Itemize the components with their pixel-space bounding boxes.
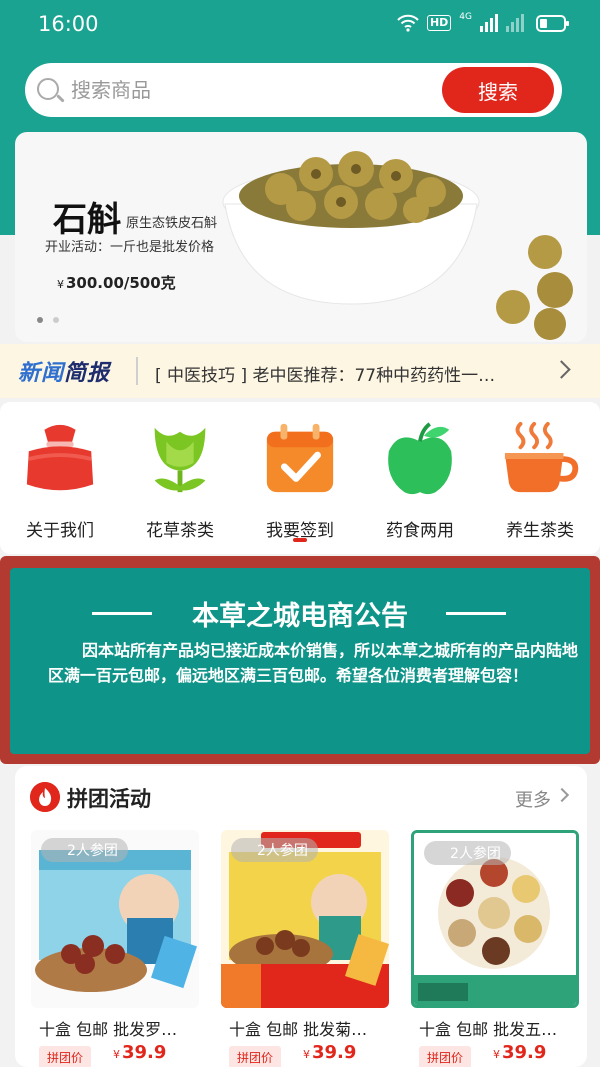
category-scroll-indicator [293, 538, 307, 542]
product-name: 十盒 包邮 批发五… [419, 1020, 558, 1039]
news-ticker[interactable]: 新闻简报 [ 中医技巧 ] 老中医推荐：77种中药药性一… [0, 344, 600, 398]
loose-dendrobium-image [496, 235, 573, 340]
chevron-right-icon[interactable] [554, 787, 570, 803]
promo-banner[interactable]: 石斛 原生态铁皮石斛 开业活动：一斤也是批发价格 ¥300.00/500克 [15, 132, 587, 342]
participants-badge: 2人参团 [424, 841, 511, 865]
title-decoration-right [446, 612, 506, 615]
banner-title: 石斛 [53, 200, 121, 240]
group-price-tag: 拼团价 [419, 1046, 472, 1067]
product-image: 2人参团 [411, 830, 579, 1008]
category-label: 养生茶类 [506, 521, 574, 541]
fire-icon [30, 782, 60, 812]
product-name: 十盒 包邮 批发罗… [39, 1020, 178, 1039]
signal-icon-2 [506, 14, 524, 32]
divider [136, 357, 138, 385]
participants-badge: 2人参团 [41, 838, 128, 862]
more-link[interactable]: 更多 [515, 786, 551, 812]
banner-subtitle: 原生态铁皮石斛 [126, 216, 218, 231]
announcement-card: 本草之城电商公告 因本站所有产品均已接近成本价销售，所以本草之城所有的产品内陆地… [10, 568, 590, 754]
group-price-tag: 拼团价 [39, 1046, 92, 1067]
signal-icon [480, 14, 498, 32]
announcement-body: 因本站所有产品均已接近成本价销售，所以本草之城所有的产品内陆地区满一百元包邮，偏… [48, 641, 579, 685]
category-food-medicine[interactable]: 药食两用 [365, 420, 475, 541]
search-button[interactable]: 搜索 [442, 67, 554, 113]
banner-pagination [37, 317, 59, 323]
wifi-icon [397, 14, 419, 32]
product-price: ¥39.9 [493, 1042, 547, 1063]
group-buy-section: 拼团活动 更多 2人参团 十盒 包邮 批发罗… 拼团价 ¥39.9 2人参团 十… [15, 766, 587, 1067]
section-title: 拼团活动 [67, 787, 151, 811]
product-image: 2人参团 [31, 830, 199, 1008]
status-bar: 16:00 HD 4G [0, 0, 600, 52]
status-icons: HD 4G [397, 11, 569, 32]
category-about-us[interactable]: 关于我们 [5, 420, 115, 541]
product-card[interactable]: 2人参团 十盒 包邮 批发菊… 拼团价 ¥39.9 [221, 830, 389, 1067]
product-name: 十盒 包邮 批发菊… [229, 1020, 368, 1039]
announcement-banner[interactable]: 本草之城电商公告 因本站所有产品均已接近成本价销售，所以本草之城所有的产品内陆地… [0, 556, 600, 764]
status-time: 16:00 [38, 12, 99, 36]
group-price-tag: 拼团价 [229, 1046, 282, 1067]
chevron-right-icon[interactable] [552, 360, 571, 379]
news-headline[interactable]: [ 中医技巧 ] 老中医推荐：77种中药药性一… [155, 361, 535, 386]
banner-price: ¥300.00/500克 [57, 274, 176, 292]
category-panel: 关于我们 花草茶类 我要签到 药食两用 养生茶类 [0, 402, 600, 554]
participants-badge: 2人参团 [231, 838, 318, 862]
product-price: ¥39.9 [113, 1042, 167, 1063]
product-bowl-image [222, 151, 480, 305]
search-bar: 搜索 [25, 63, 562, 117]
category-check-in[interactable]: 我要签到 [245, 420, 355, 541]
bag-icon [26, 424, 94, 491]
news-logo: 新闻简报 [18, 361, 111, 386]
search-input[interactable] [71, 71, 431, 109]
hd-icon: HD [426, 15, 452, 31]
product-card[interactable]: 2人参团 十盒 包邮 批发五… 拼团价 ¥39.9 [411, 830, 579, 1067]
category-label: 关于我们 [26, 521, 94, 541]
banner-promo: 开业活动：一斤也是批发价格 [45, 240, 215, 255]
network-type-label: 4G [459, 11, 472, 22]
battery-icon [536, 14, 569, 32]
category-flower-tea[interactable]: 花草茶类 [125, 420, 235, 541]
product-image: 2人参团 [221, 830, 389, 1008]
product-card[interactable]: 2人参团 十盒 包邮 批发罗… 拼团价 ¥39.9 [31, 830, 199, 1067]
calendar-check-icon [266, 423, 334, 493]
search-icon [37, 78, 59, 100]
product-price: ¥39.9 [303, 1042, 357, 1063]
flower-icon [154, 427, 206, 493]
category-label: 花草茶类 [146, 521, 214, 541]
tea-cup-icon [504, 421, 579, 493]
category-label: 药食两用 [386, 521, 454, 541]
apple-icon [388, 422, 452, 495]
category-health-tea[interactable]: 养生茶类 [485, 420, 595, 541]
